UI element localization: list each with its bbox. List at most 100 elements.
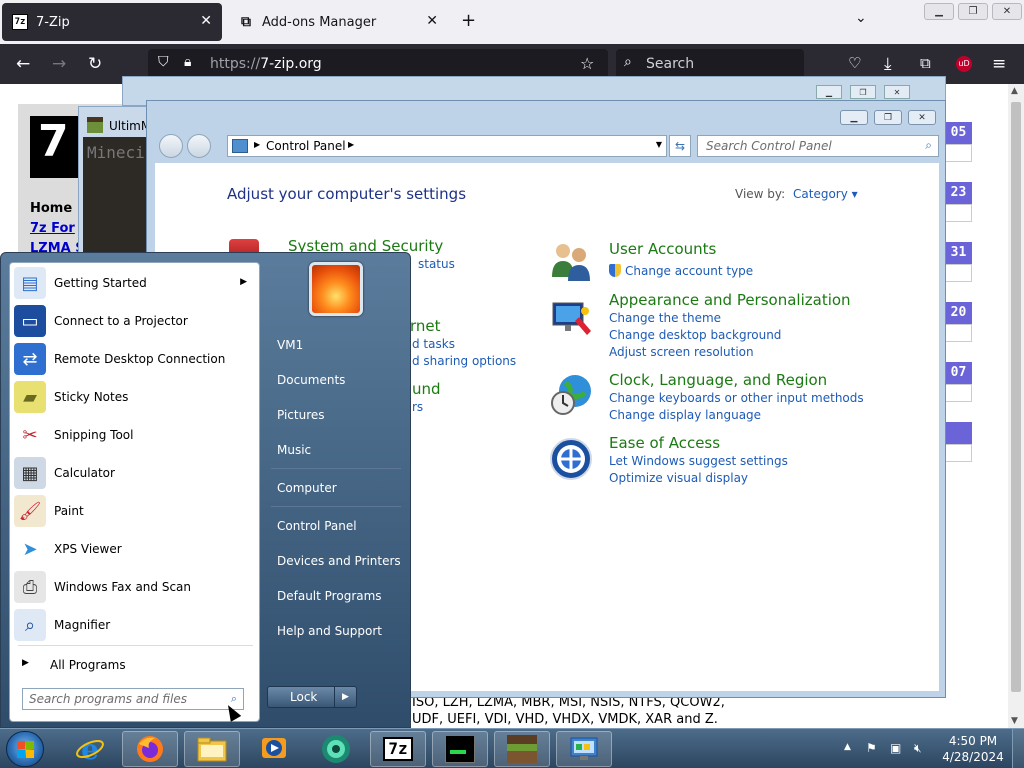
url-bar[interactable]: ⛉ 🔒︎ https://7-zip.org ☆: [148, 49, 608, 79]
show-desktop-button[interactable]: [1012, 729, 1024, 768]
minecraft-launcher-window[interactable]: UltimM Mineci: [78, 106, 153, 266]
program-getting-started[interactable]: ▤ Getting Started ▶: [12, 265, 259, 301]
search-control-panel-input[interactable]: Search Control Panel ⌕: [697, 135, 939, 157]
let-windows-suggest-settings-link[interactable]: Let Windows suggest settings: [609, 454, 788, 468]
optimize-visual-display-link[interactable]: Optimize visual display: [609, 471, 748, 485]
media-player-icon[interactable]: [246, 731, 302, 767]
lock-icon[interactable]: 🔒︎: [184, 54, 191, 70]
program-sticky-notes[interactable]: ▰ Sticky Notes: [12, 379, 259, 415]
breadcrumb[interactable]: Control Panel: [266, 139, 346, 153]
review-status-link[interactable]: status: [418, 257, 455, 271]
close-tab-icon[interactable]: ✕: [200, 13, 212, 29]
lock-button[interactable]: Lock ▶: [267, 686, 357, 708]
restore-button[interactable]: ❐: [958, 3, 988, 20]
search-icon[interactable]: ⌕: [925, 138, 932, 153]
minimize-button[interactable]: ▁: [840, 110, 868, 125]
app-icon[interactable]: [308, 731, 364, 767]
close-window-button[interactable]: ✕: [908, 110, 936, 125]
search-bar[interactable]: ⌕ Search: [616, 49, 804, 79]
control-panel-link[interactable]: Control Panel: [269, 511, 409, 541]
forward-button[interactable]: [187, 134, 211, 158]
change-desktop-background-link[interactable]: Change desktop background: [609, 328, 781, 342]
downloads-icon[interactable]: ⤓: [884, 54, 892, 74]
address-bar[interactable]: ▶ Control Panel ▶ ▼: [227, 135, 667, 157]
pictures-link[interactable]: Pictures: [269, 400, 409, 430]
network-tasks-link[interactable]: d tasks: [412, 337, 455, 351]
user-accounts-icon[interactable]: [549, 239, 593, 283]
control-panel-icon[interactable]: [556, 731, 612, 767]
program-snipping-tool[interactable]: ✂ Snipping Tool: [12, 417, 259, 453]
url-text[interactable]: https://7-zip.org: [210, 56, 322, 72]
chevron-down-icon[interactable]: ▼: [656, 140, 662, 149]
all-programs-button[interactable]: ▶ All Programs: [18, 653, 253, 677]
clock-globe-icon[interactable]: [549, 373, 593, 417]
back-button[interactable]: [159, 134, 183, 158]
computer-link[interactable]: Computer: [269, 473, 409, 503]
printers-link[interactable]: rs: [412, 400, 423, 414]
clock-language-region-title[interactable]: Clock, Language, and Region: [609, 371, 827, 389]
program-magnifier[interactable]: ⌕ Magnifier: [12, 607, 259, 643]
start-button[interactable]: [6, 731, 44, 767]
scroll-up-arrow-icon[interactable]: ▲: [1011, 86, 1018, 96]
ublock-icon[interactable]: uD: [956, 56, 972, 72]
program-connect-projector[interactable]: ▭ Connect to a Projector: [12, 303, 259, 339]
user-folder-link[interactable]: VM1: [269, 330, 409, 360]
internet-explorer-icon[interactable]: e: [62, 731, 118, 767]
list-tabs-button[interactable]: ⌄: [855, 10, 867, 26]
reload-icon[interactable]: ↻: [88, 54, 102, 74]
shield-icon[interactable]: ⛉: [158, 54, 169, 70]
devices-printers-link[interactable]: Devices and Printers: [269, 546, 409, 576]
forward-arrow-icon[interactable]: →: [52, 54, 66, 74]
documents-link[interactable]: Documents: [269, 365, 409, 395]
back-arrow-icon[interactable]: ←: [16, 54, 30, 74]
program-calculator[interactable]: ▦ Calculator: [12, 455, 259, 491]
sharing-options-link[interactable]: d sharing options: [412, 354, 516, 368]
ease-of-access-title[interactable]: Ease of Access: [609, 434, 720, 452]
show-hidden-icons-arrow-icon[interactable]: ▲: [844, 742, 851, 752]
user-picture[interactable]: [309, 262, 363, 316]
view-by-dropdown[interactable]: Category ▾: [793, 187, 858, 201]
change-keyboards-link[interactable]: Change keyboards or other input methods: [609, 391, 864, 405]
system-clock[interactable]: 4:50 PM 4/28/2024: [940, 733, 1006, 765]
explorer-icon[interactable]: [184, 731, 240, 767]
search-programs-input[interactable]: Search programs and files ⌕: [22, 688, 244, 710]
program-paint[interactable]: 🖌︎ Paint: [12, 493, 259, 529]
adjust-screen-resolution-link[interactable]: Adjust screen resolution: [609, 345, 754, 359]
change-display-language-link[interactable]: Change display language: [609, 408, 761, 422]
action-center-flag-icon[interactable]: ⚑: [866, 741, 882, 757]
program-remote-desktop[interactable]: ⇄ Remote Desktop Connection: [12, 341, 259, 377]
nav-7z-format-link[interactable]: 7z For: [30, 221, 75, 236]
scroll-down-arrow-icon[interactable]: ▼: [1011, 716, 1018, 726]
minimize-button[interactable]: ▁: [924, 3, 954, 20]
network-icon[interactable]: ▣: [890, 741, 906, 757]
7zip-icon[interactable]: 7z: [370, 731, 426, 767]
volume-muted-icon[interactable]: 🔇︎: [914, 741, 930, 757]
refresh-button[interactable]: ⇆: [669, 135, 691, 157]
tab-addons-manager[interactable]: ⧉ Add-ons Manager ✕: [228, 3, 448, 41]
close-tab-icon[interactable]: ✕: [426, 13, 438, 29]
page-scrollbar[interactable]: ▲ ▼: [1008, 84, 1024, 728]
network-internet-title[interactable]: rnet: [410, 317, 441, 335]
close-window-button[interactable]: ✕: [884, 85, 910, 99]
chevron-right-icon[interactable]: ▶: [348, 140, 354, 149]
chevron-right-icon[interactable]: ▶: [254, 140, 260, 149]
change-theme-link[interactable]: Change the theme: [609, 311, 721, 325]
music-link[interactable]: Music: [269, 435, 409, 465]
user-accounts-title[interactable]: User Accounts: [609, 240, 716, 258]
maximize-button[interactable]: ❐: [874, 110, 902, 125]
bookmark-star-icon[interactable]: ☆: [580, 54, 594, 73]
tab-7zip[interactable]: 7z 7-Zip ✕: [2, 3, 222, 41]
close-window-button[interactable]: ✕: [992, 3, 1022, 20]
appearance-personalization-title[interactable]: Appearance and Personalization: [609, 291, 851, 309]
scroll-thumb[interactable]: [1011, 102, 1021, 692]
minecraft-icon[interactable]: [494, 731, 550, 767]
maximize-button[interactable]: ❐: [850, 85, 876, 99]
new-tab-button[interactable]: +: [461, 10, 476, 31]
menu-icon[interactable]: ≡: [992, 54, 1006, 74]
minimize-button[interactable]: ▁: [816, 85, 842, 99]
appearance-icon[interactable]: [549, 297, 593, 341]
program-windows-fax-scan[interactable]: ⎙ Windows Fax and Scan: [12, 569, 259, 605]
shutdown-options-arrow-icon[interactable]: ▶: [334, 687, 356, 707]
firefox-icon[interactable]: [122, 731, 178, 767]
nav-home-link[interactable]: Home: [30, 201, 72, 216]
